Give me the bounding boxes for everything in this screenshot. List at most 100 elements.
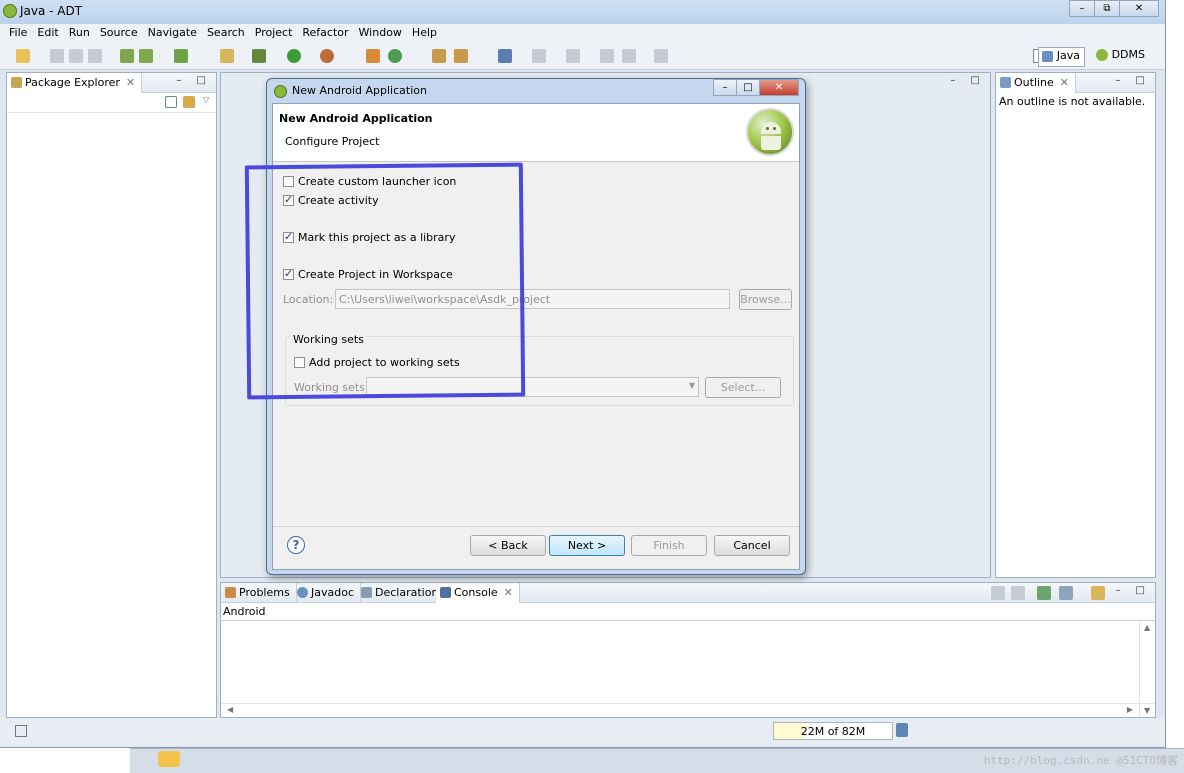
close-window-button[interactable]: ✕: [1119, 0, 1159, 17]
garbage-collect-icon[interactable]: [896, 723, 908, 737]
window-title: Java - ADT: [20, 4, 83, 18]
print-icon[interactable]: [88, 49, 102, 63]
toggle-mark-occurrences-icon[interactable]: [498, 49, 512, 63]
new-icon[interactable]: [16, 49, 30, 63]
console-divider: [221, 620, 1155, 621]
previous-annotation-icon[interactable]: [566, 49, 580, 63]
next-button[interactable]: Next >: [549, 535, 625, 556]
dialog-close-button[interactable]: ✕: [759, 79, 799, 96]
link-with-editor-icon[interactable]: [183, 96, 195, 108]
menu-project[interactable]: Project: [250, 24, 298, 42]
restore-button[interactable]: ⧉: [1094, 0, 1120, 17]
avd-manager-icon[interactable]: [139, 49, 153, 63]
tab-problems[interactable]: Problems: [221, 583, 297, 603]
lint-check-icon[interactable]: [174, 49, 188, 63]
scroll-right-icon[interactable]: ▶: [1127, 705, 1133, 714]
background-window: http://blog.csdn.ne @51CTO博客: [130, 748, 1184, 773]
pin-console-icon[interactable]: [1037, 586, 1051, 600]
finish-button[interactable]: Finish: [631, 535, 707, 556]
close-icon[interactable]: ✕: [1060, 76, 1069, 89]
debug-icon[interactable]: [252, 49, 266, 63]
main-toolbar: Java DDMS: [0, 42, 1165, 70]
perspective-ddms[interactable]: DDMS: [1095, 48, 1145, 61]
tab-outline[interactable]: Outline ✕: [996, 73, 1077, 93]
watermark: http://blog.csdn.ne @51CTO博客: [983, 754, 1178, 767]
menu-edit[interactable]: Edit: [32, 24, 63, 42]
outline-title: Outline: [1014, 76, 1054, 89]
close-icon[interactable]: ✕: [504, 586, 513, 599]
outline-icon: [1000, 77, 1011, 88]
tab-package-explorer[interactable]: Package Explorer ✕: [7, 73, 143, 93]
run-icon[interactable]: [287, 49, 301, 63]
dialog-minimize-button[interactable]: –: [713, 79, 737, 96]
tab-javadoc-label: Javadoc: [311, 586, 354, 599]
view-menu-icon[interactable]: ▽: [203, 95, 209, 104]
help-icon[interactable]: ?: [287, 536, 305, 554]
browse-button[interactable]: Browse...: [739, 289, 792, 310]
dialog-window-controls: – □ ✕: [713, 79, 799, 96]
save-icon[interactable]: [50, 49, 64, 63]
fast-view-icon[interactable]: [15, 725, 27, 737]
droid-eye: [773, 127, 776, 130]
android-icon: [274, 85, 287, 98]
java-perspective-icon: [1041, 51, 1053, 62]
scroll-up-icon[interactable]: ▲: [1144, 623, 1150, 632]
dialog-restore-button[interactable]: □: [736, 79, 760, 96]
new-java-package-icon[interactable]: [366, 49, 380, 63]
collapse-all-icon[interactable]: [165, 96, 177, 108]
clear-console-icon[interactable]: [991, 586, 1005, 600]
back-icon[interactable]: [622, 49, 636, 63]
next-annotation-icon[interactable]: [532, 49, 546, 63]
save-all-icon[interactable]: [69, 49, 83, 63]
outline-panel: Outline ✕ – □ An outline is not available…: [995, 72, 1156, 578]
android-sdk-manager-icon[interactable]: [120, 49, 134, 63]
perspective-ddms-label: DDMS: [1111, 48, 1145, 61]
menu-refactor[interactable]: Refactor: [297, 24, 353, 42]
select-working-sets-button[interactable]: Select...: [705, 377, 781, 398]
new-android-project-icon[interactable]: [220, 49, 234, 63]
menu-search[interactable]: Search: [202, 24, 250, 42]
scroll-lock-icon[interactable]: [1011, 586, 1025, 600]
console-name: Android: [223, 605, 266, 618]
wizard-banner: New Android Application Configure Projec…: [273, 104, 799, 162]
minimize-button[interactable]: –: [1069, 0, 1095, 17]
horizontal-scrollbar[interactable]: ◀ ▶: [221, 703, 1155, 717]
tab-console[interactable]: Console ✕: [436, 583, 520, 603]
console-body[interactable]: Android ▲ ▼ ◀ ▶: [221, 603, 1155, 717]
external-tools-icon[interactable]: [320, 49, 334, 63]
problems-icon: [225, 587, 236, 598]
back-button[interactable]: < Back: [470, 535, 546, 556]
menu-file[interactable]: File: [4, 24, 32, 42]
display-console-icon[interactable]: [1059, 586, 1073, 600]
view-min-max-icons[interactable]: – □: [176, 75, 212, 86]
open-type-icon[interactable]: [432, 49, 446, 63]
forward-icon[interactable]: [654, 49, 668, 63]
view-min-max-icons[interactable]: – □: [1115, 75, 1151, 86]
perspective-java[interactable]: Java: [1037, 47, 1085, 67]
editor-min-max-icons[interactable]: – □: [950, 75, 986, 86]
open-console-icon[interactable]: [1091, 586, 1105, 600]
menu-navigate[interactable]: Navigate: [143, 24, 202, 42]
heap-status[interactable]: 22M of 82M: [773, 722, 893, 740]
menu-help[interactable]: Help: [407, 24, 442, 42]
ddms-icon: [1095, 49, 1108, 61]
adt-app-icon: [3, 4, 17, 18]
menu-window[interactable]: Window: [354, 24, 407, 42]
view-min-max-icons[interactable]: – □: [1115, 585, 1151, 596]
new-java-class-icon[interactable]: [388, 49, 402, 63]
last-edit-location-icon[interactable]: [600, 49, 614, 63]
search-icon[interactable]: [454, 49, 468, 63]
package-explorer-panel: Package Explorer ✕ – □ ▽: [6, 72, 217, 718]
dialog-divider: [273, 526, 799, 527]
cancel-button[interactable]: Cancel: [714, 535, 790, 556]
tab-declaration[interactable]: Declaration: [357, 583, 446, 603]
package-explorer-icon: [11, 77, 22, 88]
tab-problems-label: Problems: [239, 586, 290, 599]
tab-console-label: Console: [454, 586, 498, 599]
console-panel: Problems Javadoc Declaration Console ✕ – …: [220, 582, 1156, 718]
close-icon[interactable]: ✕: [126, 76, 135, 89]
menu-run[interactable]: Run: [64, 24, 95, 42]
menu-source[interactable]: Source: [95, 24, 143, 42]
scroll-left-icon[interactable]: ◀: [227, 705, 233, 714]
tab-javadoc[interactable]: Javadoc: [293, 583, 361, 603]
